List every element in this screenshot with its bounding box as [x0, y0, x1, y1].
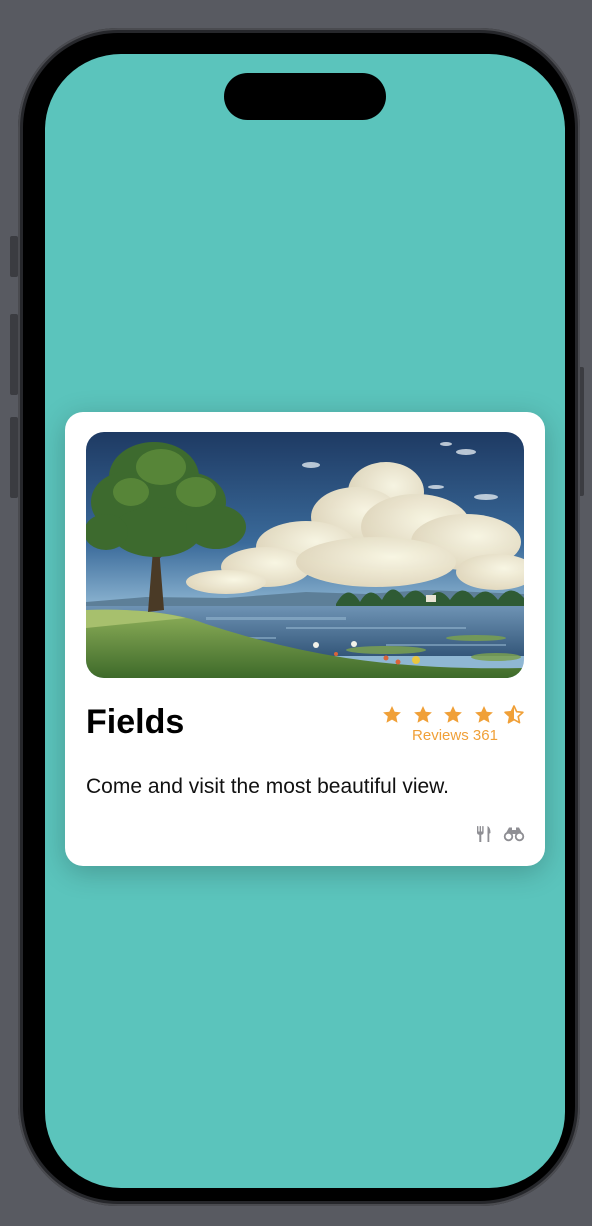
volume-up-button — [10, 314, 18, 395]
star-filled-icon — [383, 706, 401, 723]
rating-stars — [381, 704, 525, 726]
star-filled-icon — [474, 706, 493, 723]
action-button — [10, 236, 18, 277]
rating: Reviews 361 — [381, 704, 525, 745]
place-image — [86, 432, 524, 678]
star-filled-icon — [413, 706, 432, 723]
phone-bezel: Fields Reviews 361 Come and visit the mo… — [23, 33, 575, 1201]
star-half-icon — [504, 705, 524, 724]
binoculars-icon — [503, 827, 525, 842]
reviews-count: Reviews 361 — [412, 727, 498, 744]
dynamic-island — [224, 73, 386, 120]
place-card[interactable]: Fields Reviews 361 Come and visit the mo… — [65, 412, 545, 866]
app-screen: Fields Reviews 361 Come and visit the mo… — [45, 54, 565, 1188]
amenities — [475, 825, 525, 843]
place-title: Fields — [86, 703, 185, 741]
phone-frame: Fields Reviews 361 Come and visit the mo… — [18, 28, 580, 1206]
fork-knife-icon — [477, 826, 491, 842]
volume-down-button — [10, 417, 18, 498]
place-description: Come and visit the most beautiful view. — [86, 775, 450, 798]
device-mockup: Fields Reviews 361 Come and visit the mo… — [0, 0, 592, 1226]
star-filled-icon — [444, 706, 462, 723]
